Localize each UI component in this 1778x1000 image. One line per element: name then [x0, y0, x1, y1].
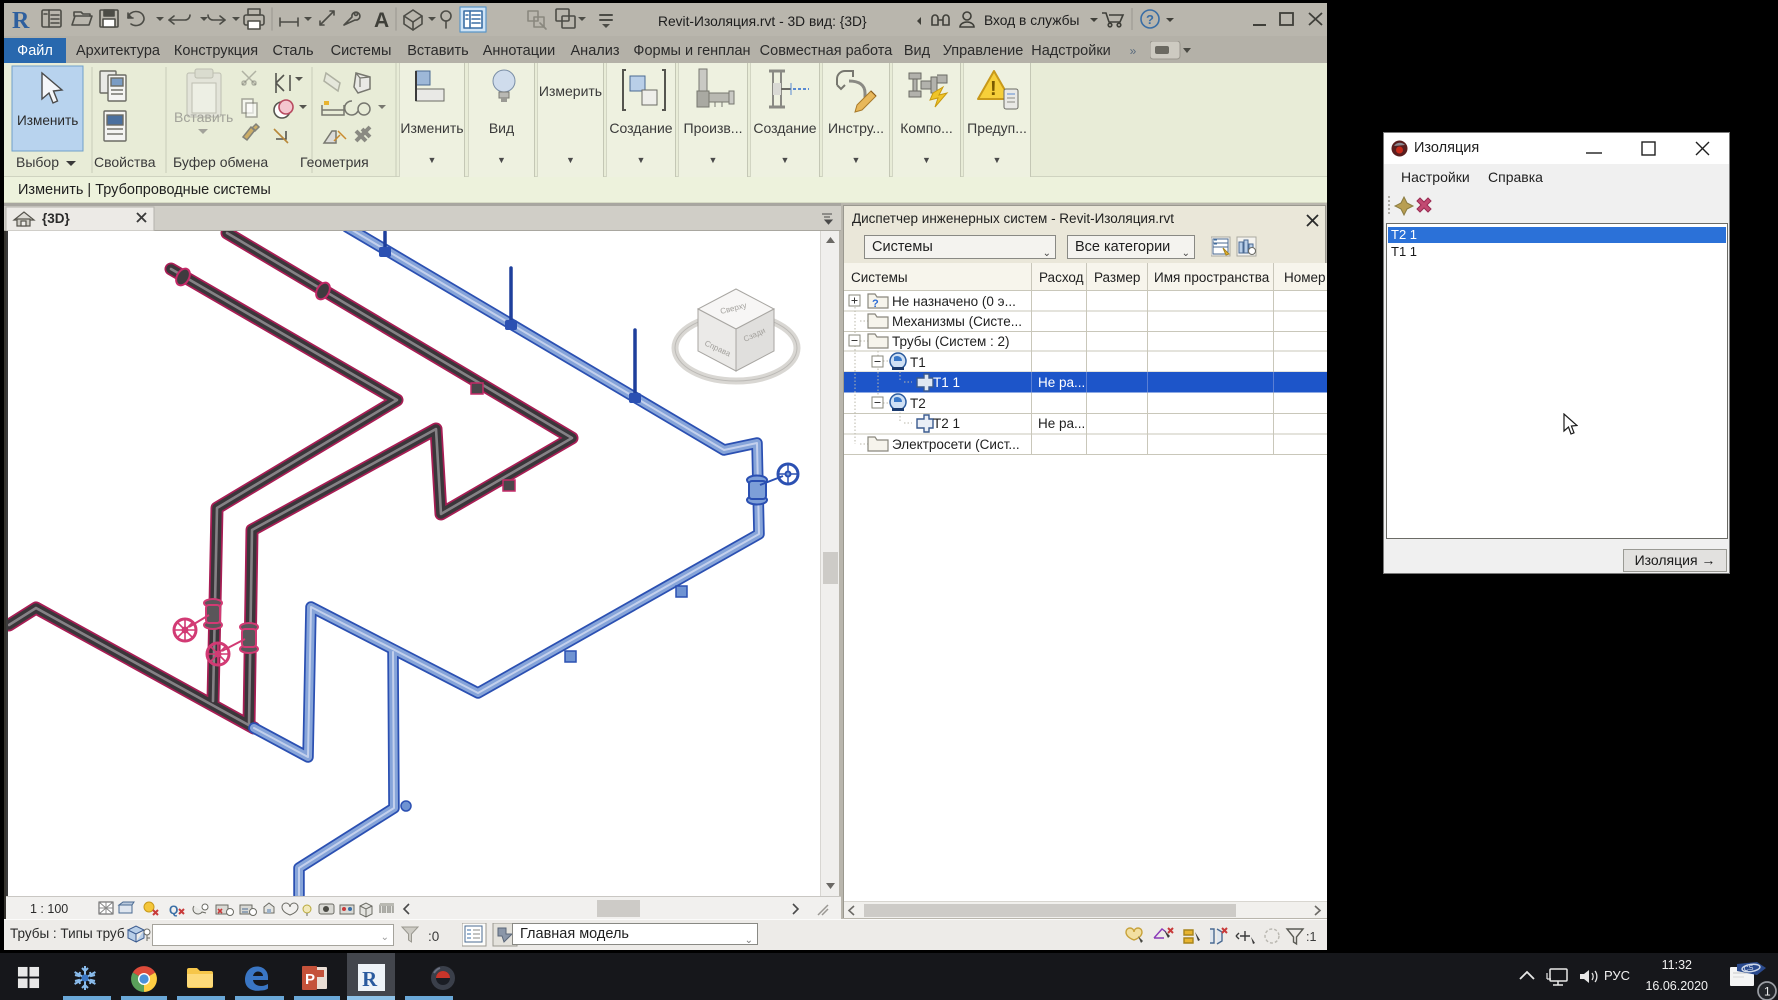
svg-text:?: ? — [872, 298, 879, 310]
svg-text:R: R — [362, 969, 378, 991]
svg-text:CS: CS — [1743, 965, 1754, 973]
svg-text:Q: Q — [169, 903, 178, 917]
svg-text:Буфер обмена: Буфер обмена — [173, 154, 268, 170]
svg-text:Не назначено (0 э...: Не назначено (0 э... — [892, 294, 1016, 309]
svg-text:Вставить: Вставить — [174, 109, 233, 125]
svg-text:Имя пространства: Имя пространства — [1154, 270, 1270, 285]
svg-text:Свойства: Свойства — [94, 154, 156, 170]
svg-text:1: 1 — [1764, 985, 1771, 999]
svg-text:Размер: Размер — [1094, 270, 1140, 285]
svg-text:Не ра...: Не ра... — [1038, 416, 1085, 431]
svg-text:Revit-Изоляция.rvt - 3D вид: {: Revit-Изоляция.rvt - 3D вид: {3D} — [658, 14, 867, 29]
svg-text:Т1: Т1 — [910, 355, 926, 370]
svg-text:R: R — [12, 8, 30, 34]
svg-text:Электросети (Сист...: Электросети (Сист... — [892, 437, 1020, 452]
svg-text:Т2: Т2 — [910, 396, 926, 411]
svg-text:P: P — [305, 971, 315, 988]
svg-text:Расход: Расход — [1039, 270, 1084, 285]
svg-text:A: A — [374, 9, 389, 32]
svg-text:Геометрия: Геометрия — [300, 154, 369, 170]
svg-text:?: ? — [1146, 12, 1154, 27]
svg-text:Вход в службы: Вход в службы — [984, 13, 1079, 28]
svg-text:Т2 1: Т2 1 — [933, 416, 960, 431]
svg-text:Выбор: Выбор — [16, 154, 59, 170]
svg-text:Т1 1: Т1 1 — [933, 375, 960, 390]
svg-text:Системы: Системы — [851, 270, 908, 285]
svg-text:!: ! — [990, 78, 997, 100]
svg-text:Не ра...: Не ра... — [1038, 375, 1085, 390]
svg-text:Механизмы (Систе...: Механизмы (Систе... — [892, 314, 1022, 329]
svg-text:Трубы (Систем : 2): Трубы (Систем : 2) — [892, 334, 1010, 349]
svg-text:Номер г: Номер г — [1284, 270, 1327, 285]
svg-text::0: :0 — [428, 929, 439, 944]
svg-text:{3D}: {3D} — [42, 211, 71, 226]
svg-text:1 : 100: 1 : 100 — [30, 902, 68, 916]
svg-text::1: :1 — [1306, 930, 1316, 944]
svg-text:Изменить: Изменить — [17, 113, 78, 128]
